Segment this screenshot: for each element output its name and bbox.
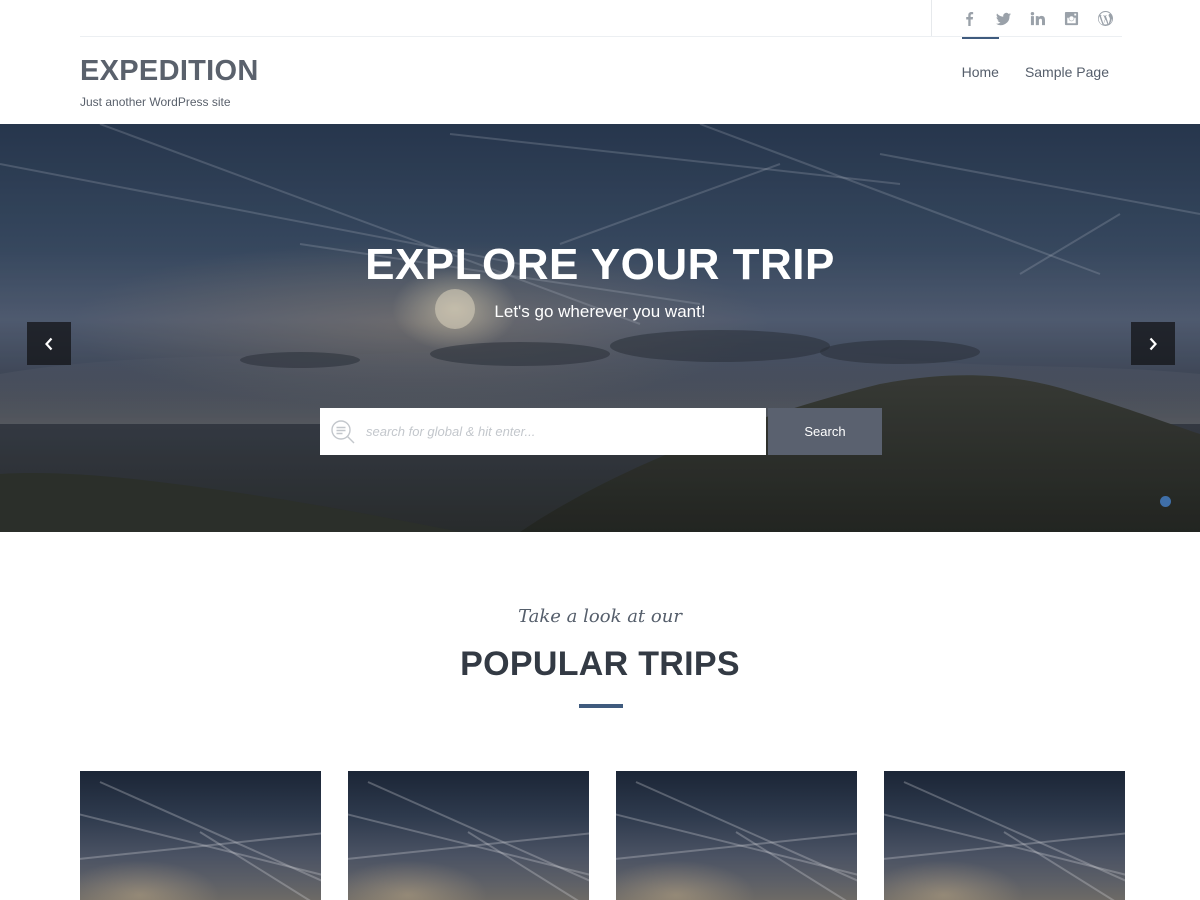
hero-slider: EXPLORE YOUR TRIP Let's go wherever you … <box>0 124 1200 532</box>
hero-title: EXPLORE YOUR TRIP <box>365 240 835 289</box>
linkedin-icon[interactable] <box>1020 0 1054 36</box>
nav-item-sample-page[interactable]: Sample Page <box>1025 37 1109 107</box>
trip-cards <box>80 771 1125 900</box>
facebook-icon[interactable] <box>952 0 986 36</box>
site-tagline: Just another WordPress site <box>80 95 231 109</box>
wordpress-icon[interactable] <box>1088 0 1122 36</box>
search-icon <box>320 408 366 455</box>
section-kicker: Take a look at our <box>518 606 682 627</box>
site-title[interactable]: EXPEDITION <box>80 55 259 88</box>
search-button[interactable]: Search <box>768 408 882 455</box>
trip-card[interactable] <box>348 771 589 900</box>
slider-next-button[interactable] <box>1131 322 1175 365</box>
top-bar <box>80 0 1122 37</box>
nav-item-home[interactable]: Home <box>961 37 1000 107</box>
slider-dot[interactable] <box>1160 496 1171 507</box>
section-divider <box>579 704 623 708</box>
trip-card[interactable] <box>884 771 1125 900</box>
social-links <box>931 0 1122 36</box>
hero-subtitle: Let's go wherever you want! <box>494 302 706 321</box>
hero-search-box <box>320 408 766 455</box>
twitter-icon[interactable] <box>986 0 1020 36</box>
instagram-icon[interactable] <box>1054 0 1088 36</box>
main-nav: Home Sample Page <box>961 37 1109 107</box>
section-title: POPULAR TRIPS <box>460 645 740 683</box>
trip-card[interactable] <box>80 771 321 900</box>
slider-prev-button[interactable] <box>27 322 71 365</box>
search-input[interactable] <box>366 408 766 455</box>
chevron-left-icon <box>45 337 53 350</box>
trip-card[interactable] <box>616 771 857 900</box>
hero-overlay <box>0 124 1200 532</box>
chevron-right-icon <box>1149 337 1157 350</box>
